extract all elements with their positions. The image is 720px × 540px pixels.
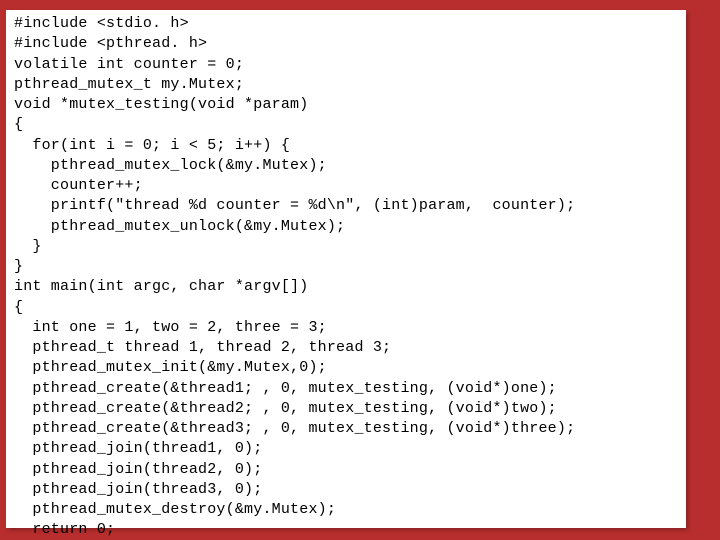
code-listing: #include <stdio. h> #include <pthread. h… [14, 14, 678, 540]
code-line: pthread_join(thread2, 0); [14, 461, 262, 478]
code-line: pthread_join(thread3, 0); [14, 481, 262, 498]
code-line: int main(int argc, char *argv[]) [14, 278, 308, 295]
code-line: for(int i = 0; i < 5; i++) { [14, 137, 290, 154]
code-line: } [14, 238, 42, 255]
code-line: pthread_create(&thread1; , 0, mutex_test… [14, 380, 557, 397]
code-line: pthread_mutex_lock(&my.Mutex); [14, 157, 327, 174]
code-line: pthread_mutex_t my.Mutex; [14, 76, 244, 93]
code-line: #include <pthread. h> [14, 35, 207, 52]
code-line: int one = 1, two = 2, three = 3; [14, 319, 327, 336]
code-line: pthread_mutex_init(&my.Mutex,0); [14, 359, 327, 376]
code-line: printf("thread %d counter = %d\n", (int)… [14, 197, 575, 214]
code-line: counter++; [14, 177, 143, 194]
code-line: pthread_create(&thread3; , 0, mutex_test… [14, 420, 575, 437]
code-line: pthread_create(&thread2; , 0, mutex_test… [14, 400, 557, 417]
code-line: pthread_mutex_unlock(&my.Mutex); [14, 218, 345, 235]
code-line: pthread_mutex_destroy(&my.Mutex); [14, 501, 336, 518]
code-line: volatile int counter = 0; [14, 56, 244, 73]
code-line: void *mutex_testing(void *param) [14, 96, 308, 113]
code-line: pthread_t thread 1, thread 2, thread 3; [14, 339, 391, 356]
slide: #include <stdio. h> #include <pthread. h… [0, 0, 720, 540]
code-line: return 0; [14, 521, 115, 538]
code-line: { [14, 299, 23, 316]
code-line: { [14, 116, 23, 133]
code-line: #include <stdio. h> [14, 15, 189, 32]
code-line: } [14, 258, 23, 275]
code-box: #include <stdio. h> #include <pthread. h… [6, 10, 686, 528]
code-line: pthread_join(thread1, 0); [14, 440, 262, 457]
